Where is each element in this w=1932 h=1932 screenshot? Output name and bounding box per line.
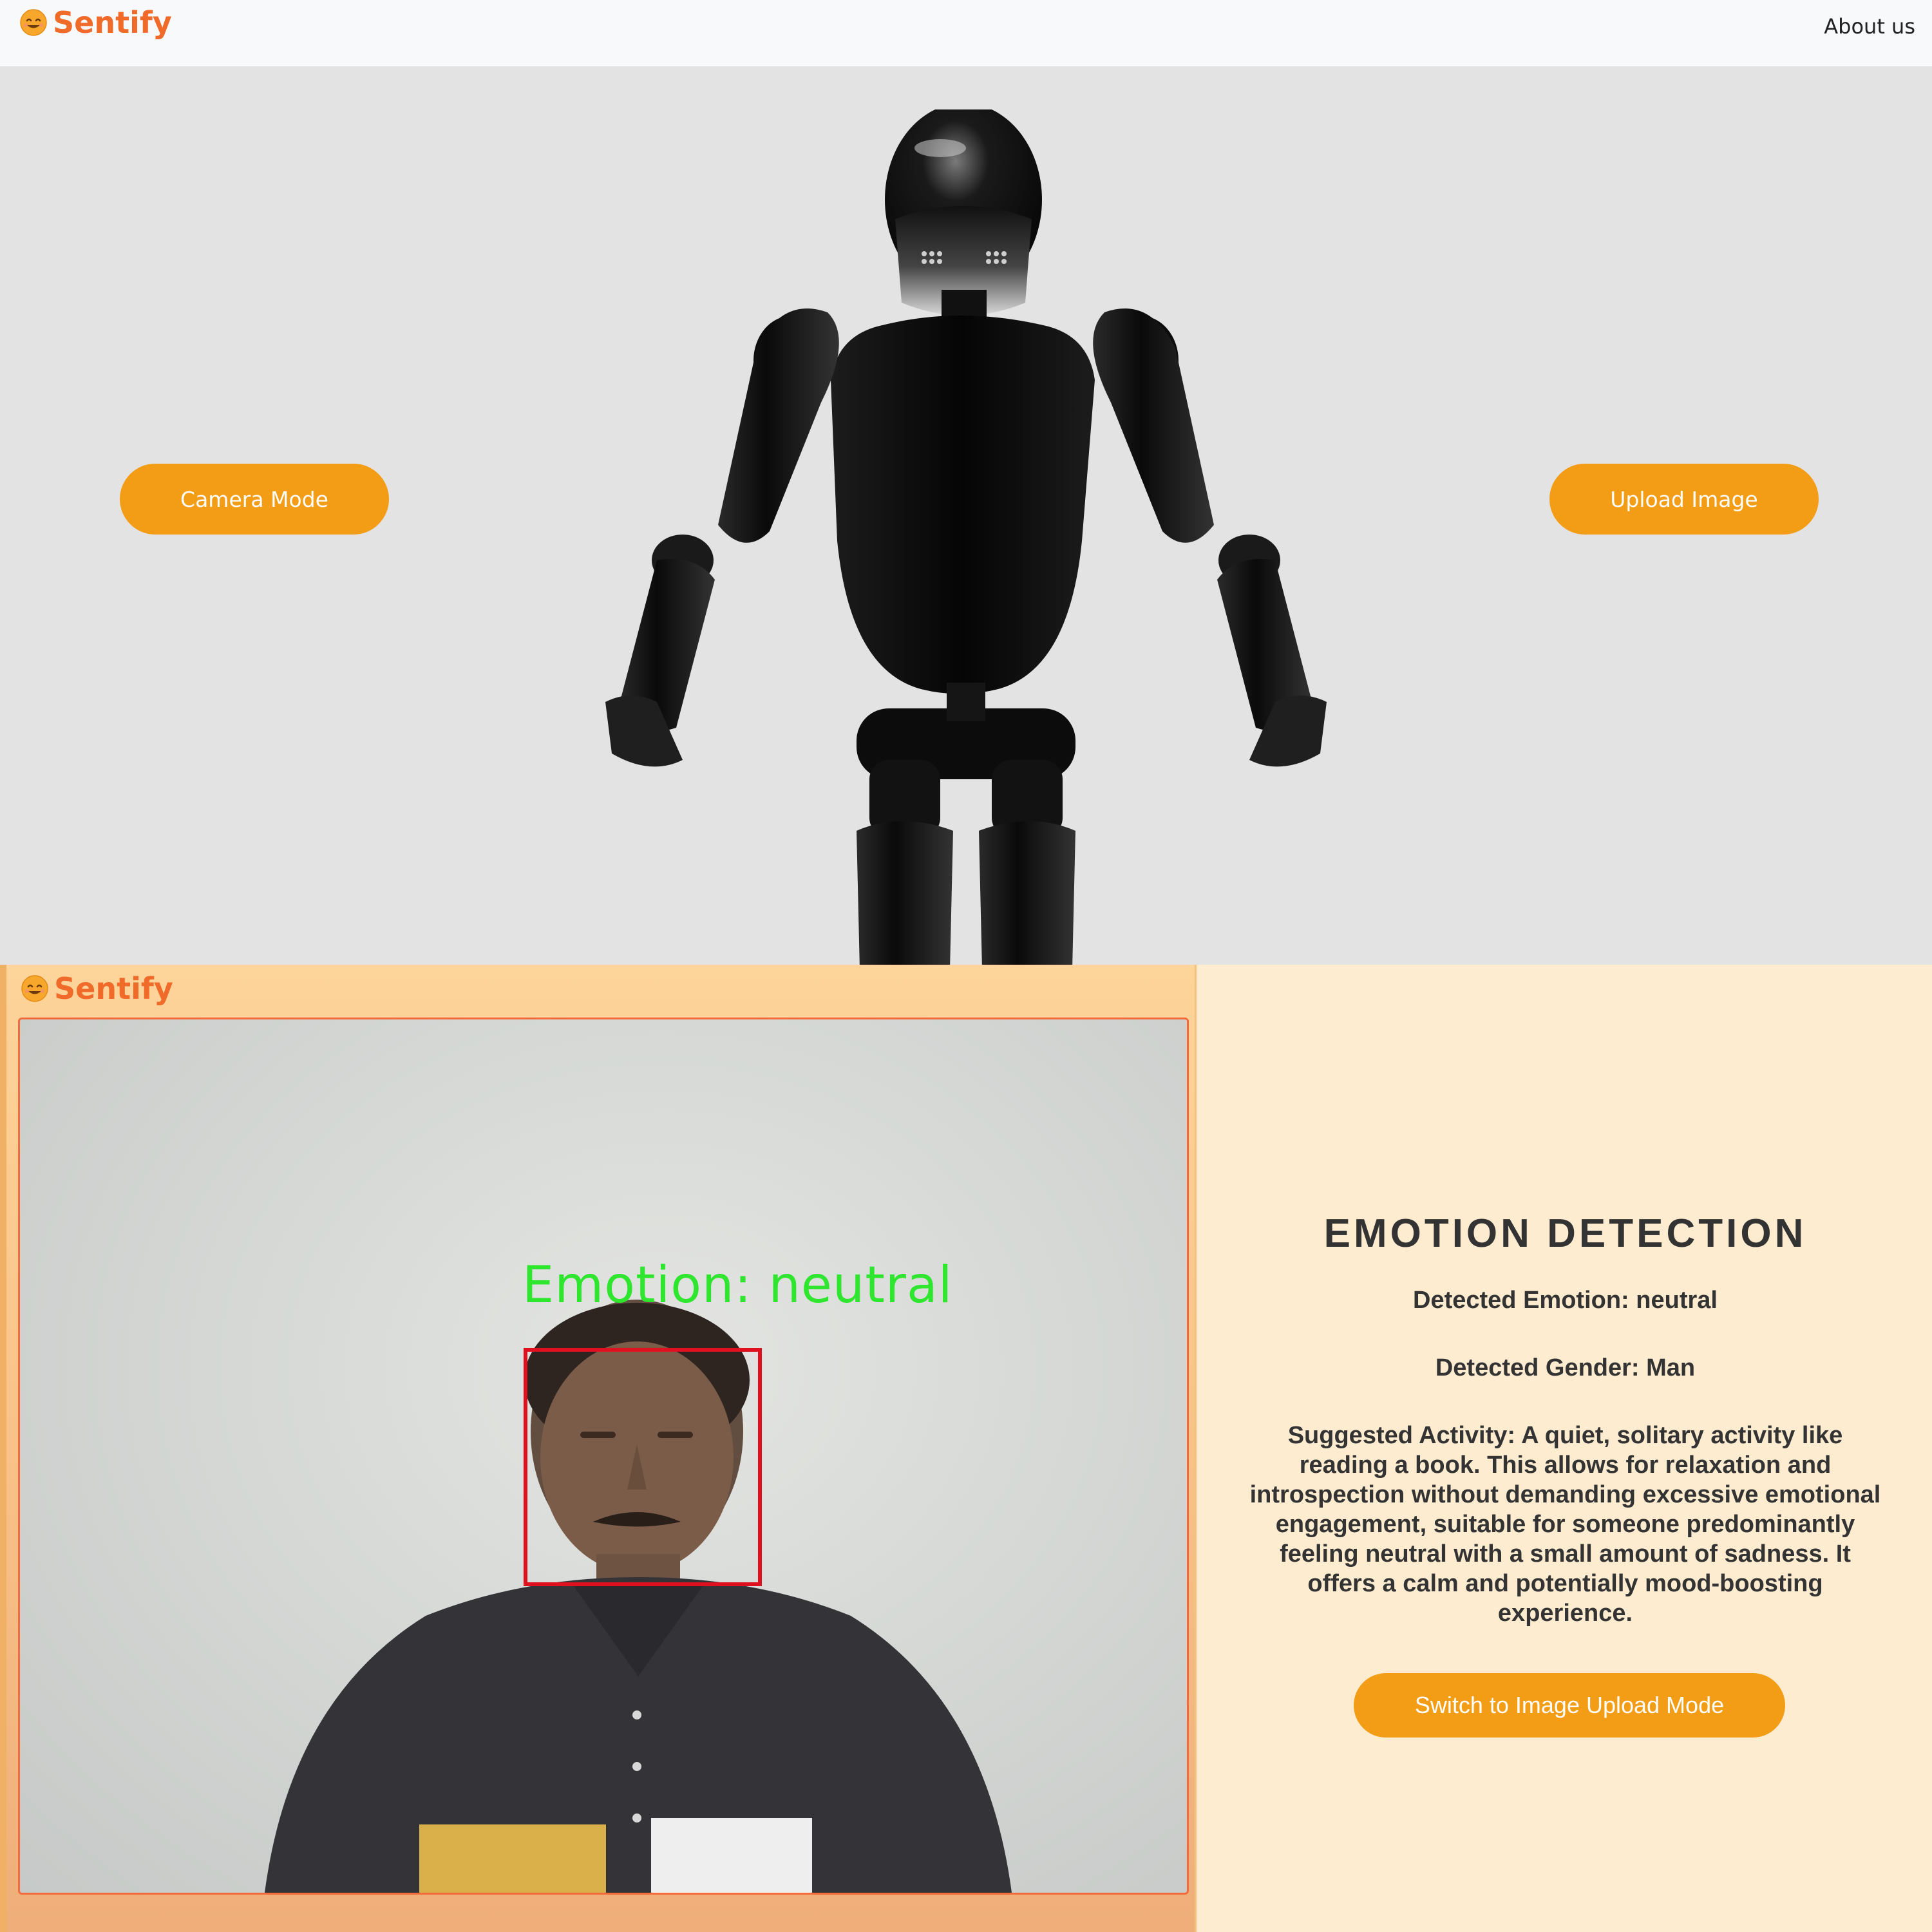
page-root: Sentify About us Camera Mode Upload Imag… xyxy=(0,0,1932,1932)
smiley-icon xyxy=(20,9,47,36)
results-panel: EMOTION DETECTION Detected Emotion: neut… xyxy=(1195,965,1932,1932)
results-title: EMOTION DETECTION xyxy=(1323,1211,1807,1256)
upload-image-button[interactable]: Upload Image xyxy=(1549,464,1819,535)
landing-screen: Sentify About us Camera Mode Upload Imag… xyxy=(0,0,1932,965)
top-navbar: Sentify About us xyxy=(0,0,1932,67)
brand-logo-secondary[interactable]: Sentify xyxy=(21,971,173,1006)
brand-logo[interactable]: Sentify xyxy=(19,5,172,40)
camera-feed: Emotion: neutral xyxy=(18,1018,1189,1895)
switch-to-upload-button[interactable]: Switch to Image Upload Mode xyxy=(1354,1673,1785,1738)
brand-name: Sentify xyxy=(54,971,173,1006)
face-bounding-box xyxy=(524,1348,762,1586)
emotion-overlay-label: Emotion: neutral xyxy=(522,1256,953,1314)
robot-illustration xyxy=(605,109,1327,965)
suggested-activity: Suggested Activity: A quiet, solitary ac… xyxy=(1249,1422,1881,1627)
smiley-icon xyxy=(21,975,48,1002)
detected-gender: Detected Gender: Man xyxy=(1435,1354,1696,1381)
camera-panel: Sentify Emotion: neutral xyxy=(0,965,1195,1932)
detected-emotion: Detected Emotion: neutral xyxy=(1413,1287,1718,1314)
brand-name: Sentify xyxy=(53,5,172,40)
camera-mode-button[interactable]: Camera Mode xyxy=(120,464,389,535)
about-us-link[interactable]: About us xyxy=(1824,14,1915,39)
